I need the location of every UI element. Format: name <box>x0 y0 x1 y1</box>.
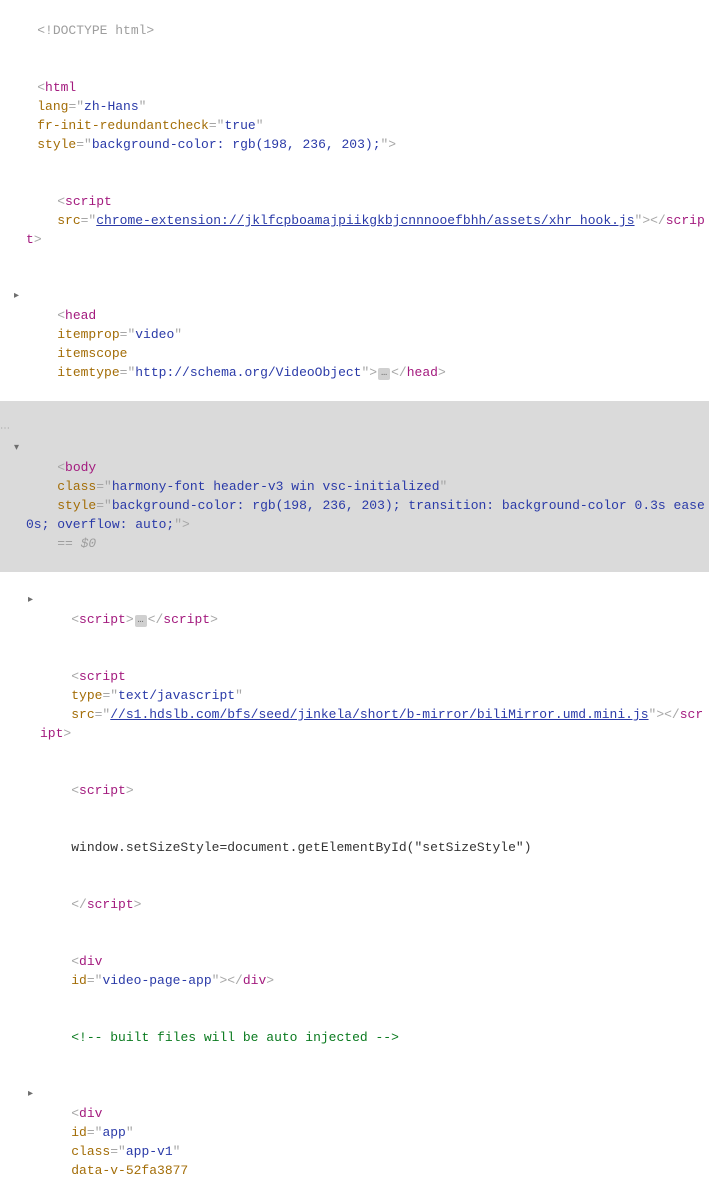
expand-caret-icon[interactable] <box>14 439 26 458</box>
doctype-text: <!DOCTYPE html> <box>37 23 154 38</box>
body-element[interactable]: ⋯ <body class="harmony-font header-v3 wi… <box>0 401 709 572</box>
script-bilimirror[interactable]: <script type="text/javascript" src="//s1… <box>0 648 709 762</box>
ellipsis-icon[interactable]: … <box>135 615 147 627</box>
expand-caret-icon[interactable] <box>14 287 26 306</box>
script-xhr-hook[interactable]: <script src="chrome-extension://jklfcpbo… <box>0 173 709 268</box>
script-inline-open[interactable]: <script> <box>0 762 709 819</box>
expand-caret-icon[interactable] <box>28 1085 40 1104</box>
script-collapsed-1[interactable]: <script>…</script> <box>0 572 709 648</box>
dom-tree: <!DOCTYPE html> <html lang="zh-Hans" fr-… <box>0 0 713 1178</box>
div-video-page-app[interactable]: <div id="video-page-app"></div> <box>0 933 709 1009</box>
expand-caret-icon[interactable] <box>28 591 40 610</box>
bilimirror-link[interactable]: //s1.hdslb.com/bfs/seed/jinkela/short/b-… <box>110 707 648 722</box>
gutter-dots-icon[interactable]: ⋯ <box>0 420 10 439</box>
xhr-hook-link[interactable]: chrome-extension://jklfcpboamajpiikgkbjc… <box>96 213 634 228</box>
html-comment[interactable]: <!-- built files will be auto injected -… <box>0 1009 709 1066</box>
html-open[interactable]: <html lang="zh-Hans" fr-init-redundantch… <box>0 59 709 173</box>
script-inline-close[interactable]: </script> <box>0 876 709 933</box>
selected-element-marker: == $0 <box>57 536 96 551</box>
ellipsis-icon[interactable]: … <box>378 368 390 380</box>
script-inline-content[interactable]: window.setSizeStyle=document.getElementB… <box>0 819 709 876</box>
head-element[interactable]: <head itemprop="video" itemscope itemtyp… <box>0 268 709 401</box>
doctype-line[interactable]: <!DOCTYPE html> <box>0 2 709 59</box>
div-app[interactable]: <div id="app" class="app-v1" data-v-52fa… <box>0 1066 709 1178</box>
